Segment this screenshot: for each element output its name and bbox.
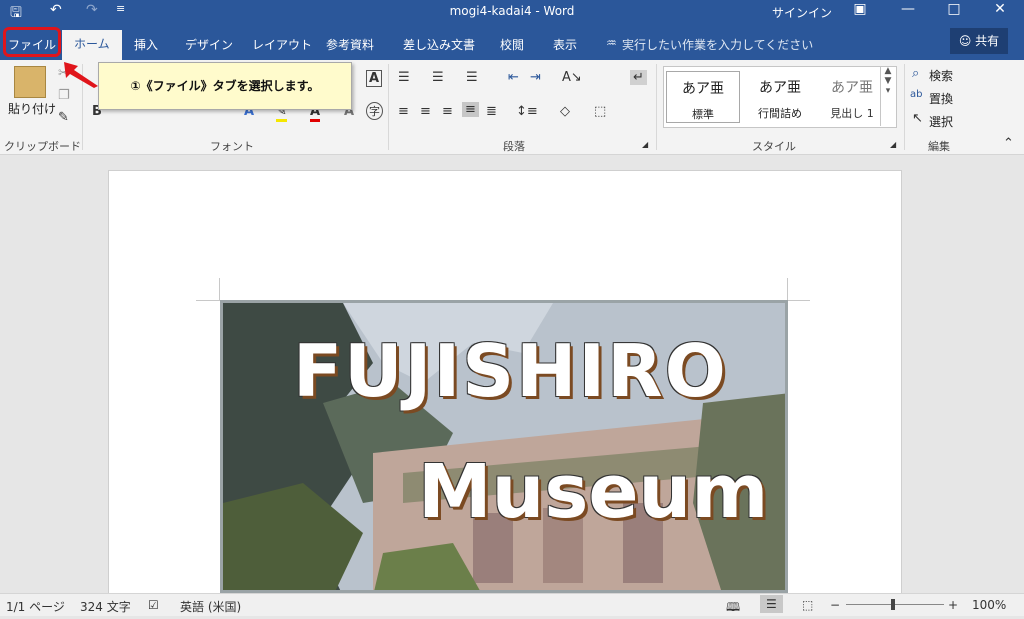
enclose-characters-icon[interactable]: 字 [366, 102, 383, 120]
divider [388, 64, 389, 150]
maximize-icon[interactable]: □ [942, 1, 966, 17]
tab-layout[interactable]: レイアウト [252, 36, 312, 53]
paragraph-dialog-launcher-icon[interactable]: ◢ [642, 140, 648, 149]
character-border-icon[interactable]: A [366, 70, 383, 87]
tab-design[interactable]: デザイン [185, 36, 233, 53]
editing-group-label: 編集 [928, 140, 950, 153]
line-spacing-icon[interactable]: ↕≡ [516, 104, 538, 119]
numbering-icon[interactable]: ☰ [432, 70, 444, 85]
share-label: 共有 [975, 34, 1000, 48]
share-button[interactable]: ☺ 共有 [950, 28, 1008, 54]
paste-icon[interactable] [14, 66, 46, 98]
styles-scroll[interactable]: ▲ ▼ ▾ [880, 66, 895, 126]
title-bar: 🖫 ↶ ↷ ≡ mogi4-kadai4 - Word サインイン ▣ — □ … [0, 0, 1024, 24]
web-layout-icon[interactable]: ⬚ [802, 598, 813, 612]
styles-dialog-launcher-icon[interactable]: ◢ [890, 140, 896, 149]
styles-gallery: あア亜 標準 あア亜 行間詰め あア亜 見出し 1 [663, 66, 897, 128]
collapse-ribbon-icon[interactable]: ⌃ [1003, 136, 1014, 151]
style-item[interactable]: あア亜 行間詰め [744, 71, 816, 121]
margin-marker [196, 300, 220, 301]
zoom-in-icon[interactable]: + [948, 598, 958, 612]
shading-icon[interactable]: ◇ [560, 104, 570, 119]
divider [904, 64, 905, 150]
callout-arrow [64, 62, 98, 88]
lightbulb-icon: ♒ [606, 36, 617, 50]
align-center-icon[interactable]: ≡ [420, 104, 431, 119]
tab-references[interactable]: 参考資料 [326, 36, 374, 53]
format-painter-icon[interactable]: ✎ [58, 110, 69, 125]
ribbon-display-options-icon[interactable]: ▣ [848, 1, 872, 17]
margin-marker [787, 278, 788, 300]
instruction-callout: ①《ファイル》タブを選択します。 [98, 62, 352, 110]
style-item[interactable]: あア亜 標準 [666, 71, 740, 123]
tab-mailings[interactable]: 差し込み文書 [403, 36, 475, 53]
person-icon: ☺ [958, 34, 972, 48]
tab-view[interactable]: 表示 [553, 36, 577, 53]
paragraph-group-label: 段落 [503, 140, 525, 153]
image-title-line2: Museum [418, 449, 769, 535]
divider [656, 64, 657, 150]
style-item[interactable]: あア亜 見出し 1 [816, 71, 888, 121]
align-left-icon[interactable]: ≡ [398, 104, 409, 119]
show-formatting-icon[interactable]: ↵ [630, 70, 647, 85]
increase-indent-icon[interactable]: ⇥ [530, 70, 541, 85]
replace-icon: ab [910, 89, 923, 100]
zoom-slider-thumb[interactable] [891, 599, 895, 610]
multilevel-list-icon[interactable]: ☰ [466, 70, 478, 85]
borders-icon[interactable]: ⬚ [594, 104, 606, 119]
zoom-level[interactable]: 100% [972, 598, 1006, 612]
read-mode-icon[interactable]: 🕮 [726, 598, 740, 619]
font-group-label: フォント [210, 140, 254, 153]
align-right-icon[interactable]: ≡ [442, 104, 453, 119]
zoom-out-icon[interactable]: − [830, 598, 840, 612]
signin-link[interactable]: サインイン [772, 4, 832, 21]
paste-button-label[interactable]: 貼り付け [8, 100, 56, 117]
copy-icon[interactable]: ❐ [58, 88, 70, 103]
asian-layout-icon[interactable]: A↘ [562, 70, 582, 85]
bullets-icon[interactable]: ☰ [398, 70, 410, 85]
zoom-slider[interactable] [846, 604, 944, 605]
language-indicator[interactable]: 英語 (米国) [180, 598, 241, 615]
word-count[interactable]: 324 文字 [80, 598, 131, 615]
minimize-icon[interactable]: — [896, 1, 920, 17]
margin-marker [219, 278, 220, 300]
search-icon: ⌕ [912, 66, 920, 81]
tab-file[interactable]: ファイル [3, 27, 61, 57]
decrease-indent-icon[interactable]: ⇤ [508, 70, 519, 85]
tab-review[interactable]: 校閲 [500, 36, 524, 53]
clipboard-group-label: クリップボード [4, 140, 81, 153]
margin-marker [788, 300, 810, 301]
distribute-icon[interactable]: ≣ [486, 104, 497, 119]
page-count[interactable]: 1/1 ページ [6, 598, 65, 615]
print-layout-icon[interactable]: ☰ [760, 595, 783, 613]
styles-group-label: スタイル [752, 140, 796, 153]
tell-me-box[interactable]: 実行したい作業を入力してください [622, 36, 813, 53]
justify-icon[interactable]: ≡ [462, 102, 479, 117]
select-button[interactable]: 選択 [929, 113, 953, 130]
tab-insert[interactable]: 挿入 [134, 36, 158, 53]
tab-home[interactable]: ホーム [62, 30, 122, 60]
proofing-icon[interactable]: ☑ [148, 598, 159, 612]
close-icon[interactable]: ✕ [988, 1, 1012, 17]
find-button[interactable]: 検索 [929, 67, 953, 84]
cursor-icon: ↖ [912, 111, 923, 126]
image-title-line1: FUJISHIRO [293, 329, 728, 413]
museum-image[interactable]: FUJISHIRO Museum [220, 300, 788, 593]
status-bar: 1/1 ページ 324 文字 ☑ 英語 (米国) 🕮 ☰ ⬚ − + 100% [0, 593, 1024, 616]
ribbon-tabs: ファイル ホーム 挿入 デザイン レイアウト 参考資料 差し込み文書 校閲 表示… [0, 24, 1024, 60]
replace-button[interactable]: 置換 [929, 90, 953, 107]
